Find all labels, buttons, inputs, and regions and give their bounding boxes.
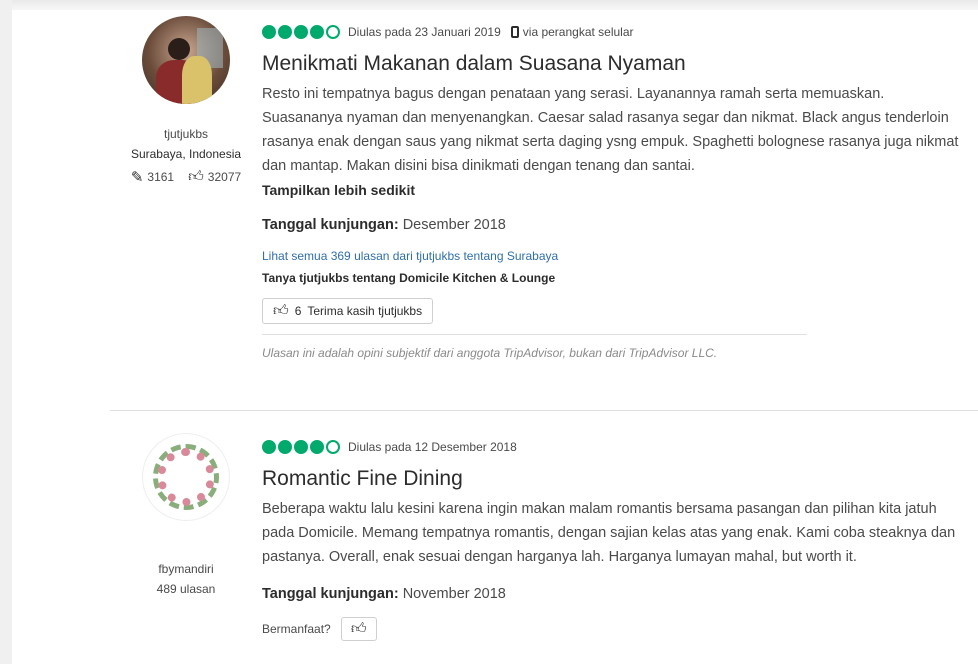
contribution-count: 3161 (147, 170, 175, 184)
visit-date: Tanggal kunjungan: Desember 2018 (262, 214, 978, 236)
bubble-rating (262, 25, 340, 39)
review-meta: Diulas pada 12 Desember 2018 (262, 437, 978, 457)
rating-bubble (294, 25, 308, 39)
rating-bubble (278, 440, 292, 454)
review-card: tjutjukbs Surabaya, Indonesia ✎ 3161 👍︎ … (110, 10, 978, 411)
rating-bubble (310, 25, 324, 39)
thumbs-up-icon: 👍︎ (273, 302, 289, 319)
helpful-button[interactable]: 👍︎ (340, 617, 377, 641)
member-info: fbymandiri 489 ulasan (110, 433, 262, 597)
review-meta: Diulas pada 23 Januari 2019 via perangka… (262, 22, 978, 42)
thumbs-up-icon: 👍︎ (350, 620, 367, 637)
review-card: fbymandiri 489 ulasan Diulas pada 12 Des… (110, 411, 978, 664)
top-banner (0, 0, 978, 10)
bubble-rating (262, 440, 340, 454)
edit-icon: ✎ (130, 169, 144, 186)
via-mobile-text: via perangkat selular (522, 25, 634, 39)
thanks-label: Terima kasih tjutjukbs (307, 304, 423, 318)
rating-bubble (278, 25, 292, 39)
left-gutter (0, 0, 12, 664)
rating-bubble (326, 25, 340, 39)
helpful-label: Bermanfaat? (262, 622, 331, 636)
member-avatar[interactable] (142, 16, 230, 104)
show-less-link[interactable]: Tampilkan lebih sedikit (262, 180, 978, 200)
review-content: Diulas pada 23 Januari 2019 via perangka… (262, 22, 978, 361)
visit-date: Tanggal kunjungan: November 2018 (262, 583, 978, 605)
rating-bubble (326, 440, 340, 454)
member-info: tjutjukbs Surabaya, Indonesia ✎ 3161 👍︎ … (110, 16, 262, 186)
helpful-vote-count: 32077 (207, 170, 242, 184)
thumbs-up-icon: 👍︎ (188, 168, 204, 185)
mobile-phone-icon (510, 26, 519, 38)
visit-date-value: Desember 2018 (398, 217, 506, 233)
review-title[interactable]: Menikmati Makanan dalam Suasana Nyaman (262, 50, 978, 78)
visit-date-label: Tanggal kunjungan: (262, 586, 399, 602)
thanks-count: 6 (294, 304, 302, 318)
review-date: Diulas pada 23 Januari 2019 (348, 25, 501, 39)
member-name[interactable]: tjutjukbs (110, 126, 262, 142)
ask-member-link[interactable]: Tanya tjutjukbs tentang Domicile Kitchen… (262, 270, 978, 286)
rating-bubble (310, 440, 324, 454)
review-date: Diulas pada 12 Desember 2018 (348, 440, 517, 454)
rating-bubble (262, 25, 276, 39)
visit-date-value: November 2018 (398, 586, 506, 602)
review-content: Diulas pada 12 Desember 2018 Romantic Fi… (262, 437, 978, 641)
review-disclaimer: Ulasan ini adalah opini subjektif dari a… (262, 334, 807, 361)
member-name[interactable]: fbymandiri (110, 561, 262, 577)
see-all-reviews-link[interactable]: Lihat semua 369 ulasan dari tjutjukbs te… (262, 248, 978, 264)
thank-reviewer-button[interactable]: 👍︎ 6 Terima kasih tjutjukbs (262, 298, 434, 324)
visit-date-label: Tanggal kunjungan: (262, 217, 399, 233)
member-avatar[interactable] (142, 433, 230, 521)
member-stats: ✎ 3161 👍︎ 32077 (110, 168, 262, 186)
review-body: Beberapa waktu lalu kesini karena ingin … (262, 501, 956, 565)
rating-bubble (294, 440, 308, 454)
member-review-count: 489 ulasan (156, 582, 216, 596)
review-title[interactable]: Romantic Fine Dining (262, 465, 978, 493)
helpful-prompt: Bermanfaat? 👍︎ (262, 617, 978, 641)
review-body: Resto ini tempatnya bagus dengan penataa… (262, 86, 959, 174)
member-location: Surabaya, Indonesia (130, 147, 242, 161)
rating-bubble (262, 440, 276, 454)
